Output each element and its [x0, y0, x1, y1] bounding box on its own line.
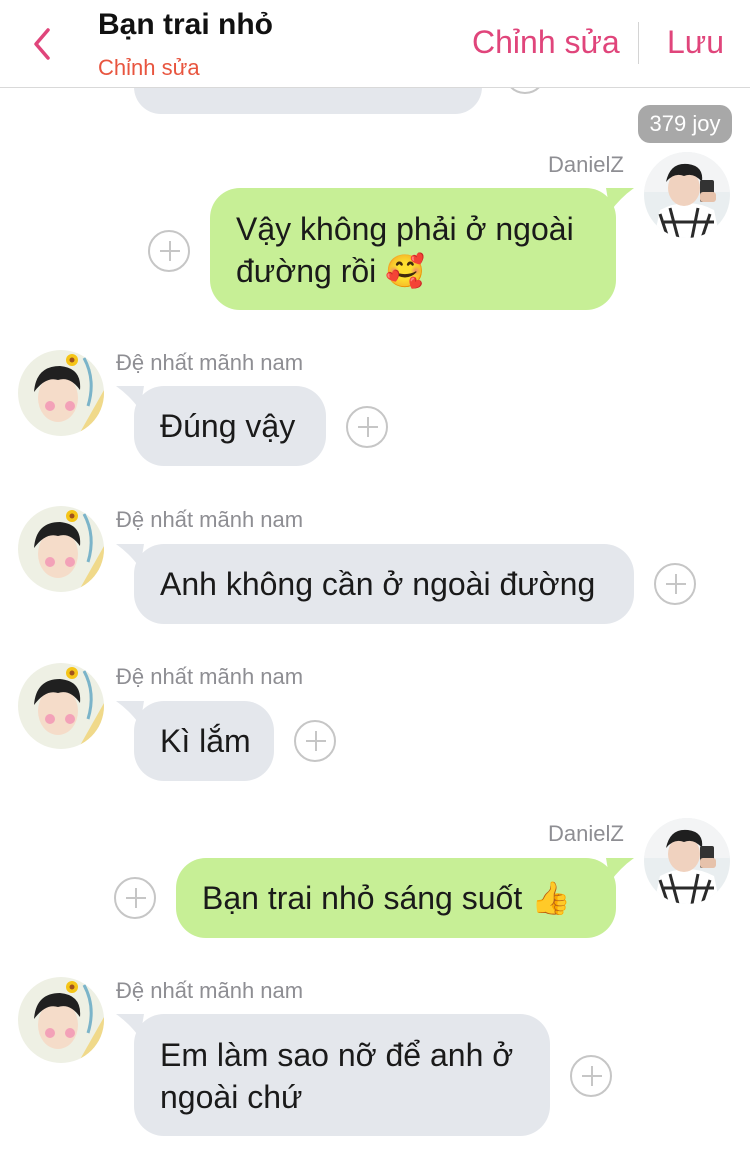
back-button[interactable] [24, 22, 64, 66]
points-badge: 379 joy [638, 105, 732, 143]
emoji-thumbs-up: 👍 [531, 879, 571, 917]
emoji-smiling-hearts: 🥰 [385, 252, 425, 290]
avatar-danielz[interactable] [644, 152, 730, 238]
message-bubble-outgoing: Vậy không phải ở ngoài đường rồi 🥰 [210, 188, 616, 310]
message-bubble-incoming: Kì lắm [134, 701, 274, 781]
message-bubble-incoming: Đúng vậy [134, 386, 326, 466]
add-reaction-button[interactable] [114, 877, 156, 919]
message-text-line: ngoài chứ [160, 1079, 303, 1115]
chat-subtitle[interactable]: Chỉnh sửa [98, 55, 200, 81]
save-button[interactable]: Lưu [667, 24, 724, 61]
add-reaction-button[interactable] [654, 563, 696, 605]
sender-name: Đệ nhất mãnh nam [116, 664, 304, 689]
message-text-line: Vậy không phải ở ngoài [236, 211, 574, 247]
sender-name: Đệ nhất mãnh nam [116, 507, 304, 532]
bubble-tail [606, 188, 634, 212]
header-divider [638, 22, 639, 64]
chat-title: Bạn trai nhỏ [98, 8, 274, 41]
avatar-de-nhat-manh-nam[interactable] [18, 977, 104, 1063]
edit-button[interactable]: Chỉnh sửa [472, 24, 620, 61]
avatar-de-nhat-manh-nam[interactable] [18, 350, 104, 436]
message-bubble-incoming: Em làm sao nỡ để anh ở ngoài chứ [134, 1014, 550, 1136]
message-text: Anh không cần ở ngoài đường [160, 566, 596, 602]
sender-name: DanielZ [548, 152, 624, 177]
message-text: Bạn trai nhỏ sáng suốt [202, 880, 523, 916]
avatar-de-nhat-manh-nam[interactable] [18, 506, 104, 592]
chat-area: 379 joy DanielZ Vậy không phải ở ngoài đ… [0, 0, 750, 1160]
message-bubble-outgoing: Bạn trai nhỏ sáng suốt 👍 [176, 858, 616, 938]
add-reaction-button[interactable] [570, 1055, 612, 1097]
avatar-de-nhat-manh-nam[interactable] [18, 663, 104, 749]
message-text-line: đường rồi 🥰 [236, 252, 425, 290]
chevron-left-icon [34, 28, 50, 60]
sender-name: DanielZ [548, 821, 624, 846]
message-bubble-incoming: Anh không cần ở ngoài đường [134, 544, 634, 624]
add-reaction-button[interactable] [346, 406, 388, 448]
message-text: Kì lắm [160, 723, 251, 759]
sender-name: Đệ nhất mãnh nam [116, 978, 304, 1003]
add-reaction-button[interactable] [294, 720, 336, 762]
sender-name: Đệ nhất mãnh nam [116, 350, 304, 375]
chat-header: Bạn trai nhỏ Chỉnh sửa Chỉnh sửa Lưu [0, 0, 750, 88]
avatar-danielz[interactable] [644, 818, 730, 904]
message-text-line: Em làm sao nỡ để anh ở [160, 1037, 514, 1073]
bubble-tail [606, 858, 634, 882]
message-text: Đúng vậy [160, 408, 296, 444]
add-reaction-button[interactable] [148, 230, 190, 272]
